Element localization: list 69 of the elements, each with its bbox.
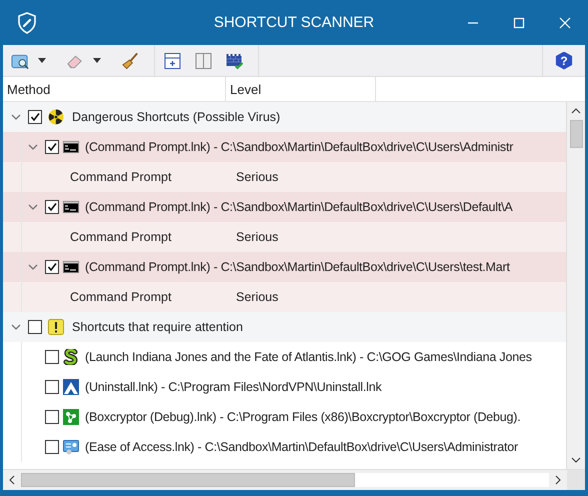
monitor-user-icon bbox=[63, 439, 79, 455]
checkbox[interactable] bbox=[45, 350, 59, 364]
shortcut-row[interactable]: (Launch Indiana Jones and the Fate of Atlantis.lnk) - C:\GOG Games\Indiana Jones bbox=[3, 342, 566, 372]
horizontal-scrollbar[interactable] bbox=[3, 469, 585, 490]
close-icon[interactable] bbox=[559, 16, 571, 28]
method-cell-text: Command Prompt bbox=[70, 170, 172, 184]
chevron-down-icon[interactable] bbox=[28, 202, 38, 212]
shortcut-row[interactable]: (Command Prompt.lnk) - C:\Sandbox\Martin\DefaultBox\drive\C\Users\Administr bbox=[3, 132, 566, 162]
scroll-thumb[interactable] bbox=[21, 473, 355, 487]
checkbox[interactable] bbox=[45, 140, 59, 154]
broom-icon[interactable] bbox=[121, 52, 140, 70]
checkbox[interactable] bbox=[45, 380, 59, 394]
checkbox[interactable] bbox=[45, 260, 59, 274]
method-cell-text: Command Prompt bbox=[70, 230, 172, 244]
chevron-down-icon[interactable] bbox=[28, 262, 38, 272]
shortcut-row[interactable]: (Command Prompt.lnk) - C:\Sandbox\Martin\DefaultBox\drive\C\Users\Default\A bbox=[3, 192, 566, 222]
shortcut-row[interactable]: (Command Prompt.lnk) - C:\Sandbox\Martin\DefaultBox\drive\C\Users\test.Mart bbox=[3, 252, 566, 282]
console-icon bbox=[63, 199, 79, 215]
scroll-thumb[interactable] bbox=[570, 120, 582, 148]
checkbox[interactable] bbox=[45, 440, 59, 454]
column-header[interactable]: Level bbox=[226, 77, 376, 101]
group-label: Dangerous Shortcuts (Possible Virus) bbox=[72, 110, 280, 124]
group-row[interactable]: Dangerous Shortcuts (Possible Virus) bbox=[3, 102, 566, 132]
group-label: Shortcuts that require attention bbox=[72, 320, 243, 334]
vertical-scrollbar[interactable] bbox=[566, 102, 585, 469]
caret-icon[interactable] bbox=[38, 58, 46, 63]
level-cell: Serious bbox=[236, 230, 278, 244]
chevron-down-icon[interactable] bbox=[11, 322, 21, 332]
shortcut-row[interactable]: (Ease of Access.lnk) - C:\Sandbox\Martin\DefaultBox\drive\C\Users\Administrator bbox=[3, 432, 566, 462]
columns-icon[interactable] bbox=[194, 52, 213, 70]
caret-icon[interactable] bbox=[93, 58, 101, 63]
method-cell-text: Command Prompt bbox=[70, 290, 172, 304]
shield-link-icon bbox=[17, 12, 37, 34]
checkbox[interactable] bbox=[45, 200, 59, 214]
chevron-down-icon[interactable] bbox=[11, 112, 21, 122]
add-panel-icon[interactable] bbox=[163, 52, 182, 70]
shortcut-path: (Boxcryptor (Debug).lnk) - C:\Program Files (x86)\Boxcryptor\Boxcryptor (Debug). bbox=[85, 410, 521, 424]
checkbox[interactable] bbox=[28, 320, 42, 334]
shortcut-row[interactable]: (Boxcryptor (Debug).lnk) - C:\Program Files (x86)\Boxcryptor\Boxcryptor (Debug). bbox=[3, 402, 566, 432]
shortcut-path: (Ease of Access.lnk) - C:\Sandbox\Martin\DefaultBox\drive\C\Users\Administrator bbox=[85, 440, 518, 454]
shortcut-row[interactable]: (Uninstall.lnk) - C:\Program Files\NordVPN\Uninstall.lnk bbox=[3, 372, 566, 402]
scroll-left-icon[interactable] bbox=[7, 475, 17, 485]
shortcut-path: (Command Prompt.lnk) - C:\Sandbox\Martin\DefaultBox\drive\C\Users\Administr bbox=[85, 140, 514, 154]
scroll-down-icon[interactable] bbox=[571, 455, 581, 465]
letter-s-icon bbox=[63, 349, 79, 365]
radiation-icon bbox=[48, 109, 64, 125]
checkbox[interactable] bbox=[45, 410, 59, 424]
scroll-up-icon[interactable] bbox=[571, 106, 581, 116]
console-icon bbox=[63, 259, 79, 275]
window-title: SHORTCUT SCANNER bbox=[214, 14, 374, 31]
column-header[interactable]: Method bbox=[3, 77, 226, 101]
network-icon bbox=[63, 409, 79, 425]
shortcut-path: (Launch Indiana Jones and the Fate of Atlantis.lnk) - C:\GOG Games\Indiana Jones bbox=[85, 350, 532, 364]
shortcut-path: (Command Prompt.lnk) - C:\Sandbox\Martin\DefaultBox\drive\C\Users\test.Mart bbox=[85, 260, 510, 274]
checkbox[interactable] bbox=[28, 110, 42, 124]
shortcut-path: (Uninstall.lnk) - C:\Program Files\NordVPN\Uninstall.lnk bbox=[85, 380, 382, 394]
maximize-icon[interactable] bbox=[513, 16, 525, 28]
shortcut-path: (Command Prompt.lnk) - C:\Sandbox\Martin\DefaultBox\drive\C\Users\Default\A bbox=[85, 200, 513, 214]
scroll-right-icon[interactable] bbox=[553, 475, 563, 485]
console-icon bbox=[63, 139, 79, 155]
level-cell: Serious bbox=[236, 170, 278, 184]
chevron-down-icon[interactable] bbox=[28, 142, 38, 152]
scrollbar-corner bbox=[567, 470, 585, 490]
help-button[interactable]: ? bbox=[555, 52, 573, 70]
firewall-check-icon[interactable] bbox=[225, 52, 244, 70]
warning-icon bbox=[48, 319, 64, 335]
mountain-icon bbox=[63, 379, 79, 395]
level-cell: Serious bbox=[236, 290, 278, 304]
group-row[interactable]: Shortcuts that require attention bbox=[3, 312, 566, 342]
